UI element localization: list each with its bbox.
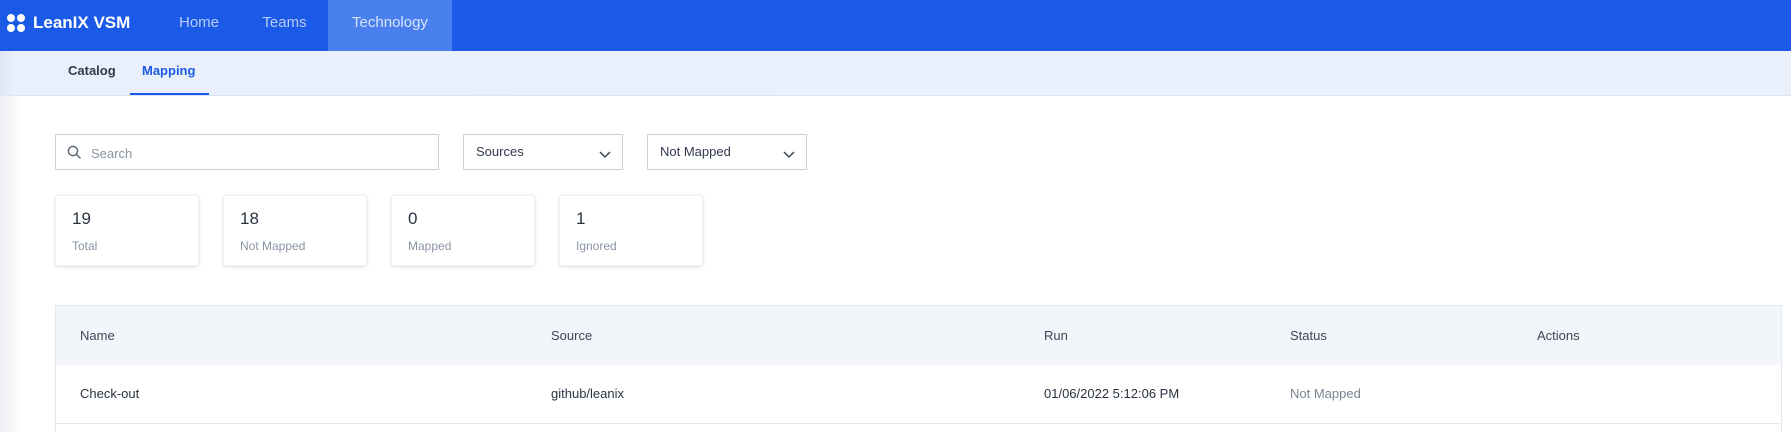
stat-value: 18 (240, 209, 259, 228)
stat-card-total: 19 Total (55, 195, 199, 266)
mapping-table: Name Source Run Status Actions Check-out… (55, 305, 1782, 432)
nav-item-home[interactable]: Home (178, 0, 220, 51)
column-header-status[interactable]: Status (1290, 306, 1327, 365)
column-header-source[interactable]: Source (551, 306, 592, 365)
stat-label: Total (72, 239, 98, 253)
stat-label: Ignored (576, 239, 617, 253)
search-input[interactable] (89, 135, 433, 171)
stat-label: Not Mapped (240, 239, 306, 253)
stat-card-not-mapped: 18 Not Mapped (223, 195, 367, 266)
status-dropdown-value: Not Mapped (660, 144, 731, 159)
stat-label: Mapped (408, 239, 452, 253)
sources-dropdown[interactable]: Sources (463, 134, 623, 170)
search-field[interactable] (55, 134, 439, 171)
stat-value: 0 (408, 209, 418, 228)
stat-card-mapped: 0 Mapped (391, 195, 535, 266)
search-icon (67, 145, 81, 164)
table-row[interactable]: Check-out github/leanix 01/06/2022 5:12:… (56, 365, 1781, 424)
cell-run: 01/06/2022 5:12:06 PM (1044, 386, 1180, 401)
stat-value: 19 (72, 209, 91, 228)
app-title: LeanIX VSM (33, 12, 131, 32)
top-navigation-bar: LeanIX VSM Home Teams Technology (0, 0, 1791, 51)
sub-navigation-bar: Catalog Mapping (0, 51, 1791, 96)
nav-item-teams[interactable]: Teams (260, 0, 309, 51)
chevron-down-icon (783, 147, 795, 162)
table-header: Name Source Run Status Actions (56, 306, 1781, 365)
stat-value: 1 (576, 209, 586, 228)
column-header-name[interactable]: Name (80, 306, 115, 365)
tab-mapping[interactable]: Mapping (130, 51, 209, 95)
column-header-run[interactable]: Run (1044, 306, 1068, 365)
status-dropdown[interactable]: Not Mapped (647, 134, 807, 170)
cell-source: github/leanix (551, 386, 624, 401)
column-header-actions: Actions (1537, 328, 1580, 343)
cell-status: Not Mapped (1290, 386, 1361, 401)
sources-dropdown-value: Sources (476, 144, 524, 159)
tab-catalog[interactable]: Catalog (68, 51, 116, 95)
stat-card-ignored: 1 Ignored (559, 195, 703, 266)
nav-item-technology[interactable]: Technology (328, 0, 452, 51)
chevron-down-icon (599, 147, 611, 162)
dots-logo-icon (7, 13, 25, 32)
sidebar-shadow (0, 96, 22, 432)
cell-name: Check-out (80, 386, 140, 401)
app-logo[interactable]: LeanIX VSM (7, 0, 130, 45)
